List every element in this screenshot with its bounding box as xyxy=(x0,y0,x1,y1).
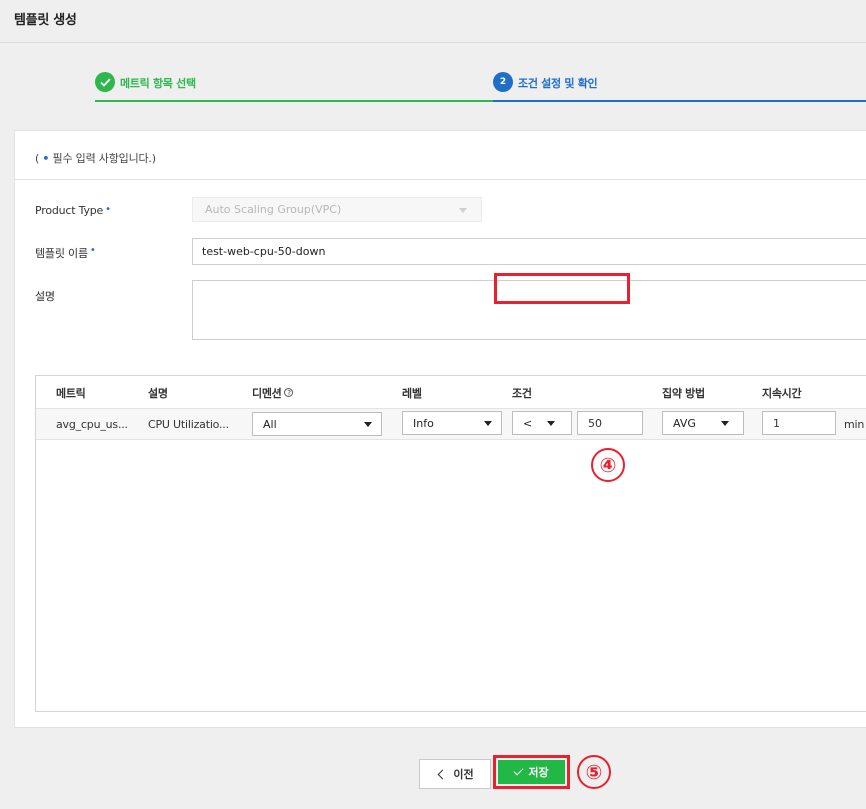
product-type-value: Auto Scaling Group(VPC) xyxy=(205,203,342,216)
dimension-value: All xyxy=(263,418,277,431)
step-1-label: 메트릭 항목 선택 xyxy=(120,77,196,90)
required-note-text: 필수 입력 사항입니다.) xyxy=(49,152,156,165)
header-description: 설명 xyxy=(148,387,168,400)
aggregation-value: AVG xyxy=(673,417,696,430)
chevron-down-icon xyxy=(721,421,729,426)
condition-table: 메트릭 설명 디멘션? 레벨 조건 집약 방법 지속시간 avg_cpu_us.… xyxy=(35,375,866,712)
save-button[interactable]: 저장 xyxy=(498,760,565,784)
required-marker: • xyxy=(105,204,111,215)
required-marker: • xyxy=(89,245,96,256)
operator-value: < xyxy=(523,417,533,430)
chevron-down-icon xyxy=(459,208,467,213)
step-marker-5: ⑤ xyxy=(577,755,611,789)
template-name-input[interactable]: test-web-cpu-50-down xyxy=(192,238,866,265)
title-divider xyxy=(0,42,866,43)
level-select[interactable]: Info xyxy=(402,411,502,435)
help-icon[interactable]: ? xyxy=(284,388,294,397)
page-title: 템플릿 생성 xyxy=(14,13,77,28)
threshold-input[interactable]: 50 xyxy=(577,411,643,435)
duration-unit: min xyxy=(844,418,865,431)
prev-button[interactable]: 이전 xyxy=(419,759,491,789)
step-2-number: 2 xyxy=(493,72,513,92)
table-row: avg_cpu_us... CPU Utilizatio... All Info… xyxy=(36,408,866,440)
product-type-label-text: Product Type xyxy=(35,204,104,217)
step-marker-4: ④ xyxy=(591,448,625,482)
step-1: 메트릭 항목 선택 xyxy=(95,72,493,102)
chevron-down-icon xyxy=(484,421,492,426)
description-label: 설명 xyxy=(35,290,55,303)
header-condition: 조건 xyxy=(512,387,532,400)
cell-description: CPU Utilizatio... xyxy=(148,418,229,431)
header-dimension-text: 디멘션 xyxy=(252,387,282,400)
chevron-left-icon xyxy=(437,769,448,779)
dimension-select[interactable]: All xyxy=(252,412,382,436)
chevron-down-icon xyxy=(364,422,372,427)
required-note: ( • 필수 입력 사항입니다.) xyxy=(35,150,156,166)
cell-metric: avg_cpu_us... xyxy=(56,418,128,431)
level-value: Info xyxy=(413,417,434,430)
template-name-label-text: 템플릿 이름 xyxy=(35,247,88,260)
check-icon xyxy=(95,72,115,92)
header-aggregation: 집약 방법 xyxy=(662,387,705,400)
step-2-label: 조건 설정 및 확인 xyxy=(518,77,598,90)
condition-highlight-box xyxy=(494,273,630,304)
operator-select[interactable]: < xyxy=(512,411,572,435)
header-level: 레벨 xyxy=(402,387,422,400)
duration-input[interactable]: 1 xyxy=(762,411,836,435)
check-icon xyxy=(513,765,524,776)
product-type-label: Product Type • xyxy=(35,204,111,217)
form-card: ( • 필수 입력 사항입니다.) Product Type • Auto Sca… xyxy=(14,130,866,728)
header-dimension: 디멘션? xyxy=(252,385,294,401)
step-2: 2 조건 설정 및 확인 xyxy=(493,72,866,102)
chevron-down-icon xyxy=(547,421,555,426)
save-button-label: 저장 xyxy=(528,766,549,779)
product-type-select: Auto Scaling Group(VPC) xyxy=(192,197,482,222)
header-metric: 메트릭 xyxy=(56,387,86,400)
card-divider xyxy=(15,179,866,180)
template-name-label: 템플릿 이름 • xyxy=(35,245,96,261)
aggregation-select[interactable]: AVG xyxy=(662,411,744,435)
prev-button-label: 이전 xyxy=(453,768,474,781)
header-duration: 지속시간 xyxy=(762,387,802,400)
